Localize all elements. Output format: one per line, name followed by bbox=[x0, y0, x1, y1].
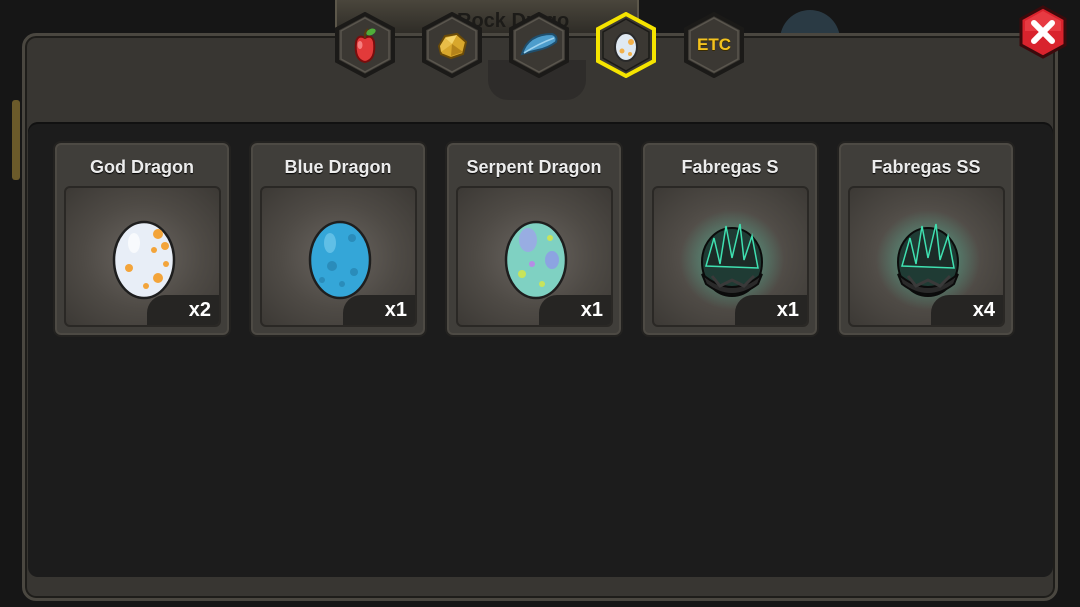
item-card-blue-dragon[interactable]: Blue Dragon x1 bbox=[249, 141, 427, 337]
etc-icon: ETC bbox=[683, 12, 745, 78]
tab-feather[interactable] bbox=[508, 12, 570, 78]
item-name: God Dragon bbox=[90, 157, 194, 177]
tab-fruit[interactable] bbox=[334, 12, 396, 78]
item-quantity: x4 bbox=[931, 295, 1003, 325]
close-button[interactable] bbox=[1018, 5, 1068, 59]
item-name: Serpent Dragon bbox=[466, 157, 602, 177]
item-card-fabregas-s[interactable]: Fabregas S x1 bbox=[641, 141, 819, 337]
item-image: x2 bbox=[64, 186, 221, 327]
item-quantity: x1 bbox=[343, 295, 415, 325]
apple-icon bbox=[334, 12, 396, 78]
item-image: x1 bbox=[260, 186, 417, 327]
etc-label: ETC bbox=[697, 35, 731, 54]
item-quantity: x2 bbox=[147, 295, 219, 325]
item-card-fabregas-ss[interactable]: Fabregas SS x4 bbox=[837, 141, 1015, 337]
item-card-god-dragon[interactable]: God Dragon x2 bbox=[53, 141, 231, 337]
item-card-serpent-dragon[interactable]: Serpent Dragon x1 bbox=[445, 141, 623, 337]
gold-ore-icon bbox=[421, 12, 483, 78]
tab-gold[interactable] bbox=[421, 12, 483, 78]
item-quantity: x1 bbox=[539, 295, 611, 325]
item-quantity: x1 bbox=[735, 295, 807, 325]
item-image: x4 bbox=[848, 186, 1005, 327]
item-name: Fabregas SS bbox=[871, 157, 981, 177]
item-image: x1 bbox=[652, 186, 809, 327]
blue-feather-icon bbox=[508, 12, 570, 78]
tab-etc[interactable]: ETC bbox=[683, 12, 745, 78]
background-edge bbox=[12, 100, 20, 180]
item-name: Blue Dragon bbox=[284, 157, 392, 177]
item-name: Fabregas S bbox=[681, 157, 779, 177]
close-x-icon bbox=[1019, 5, 1067, 59]
egg-icon bbox=[595, 12, 657, 78]
item-image: x1 bbox=[456, 186, 613, 327]
tab-egg[interactable] bbox=[595, 12, 657, 78]
